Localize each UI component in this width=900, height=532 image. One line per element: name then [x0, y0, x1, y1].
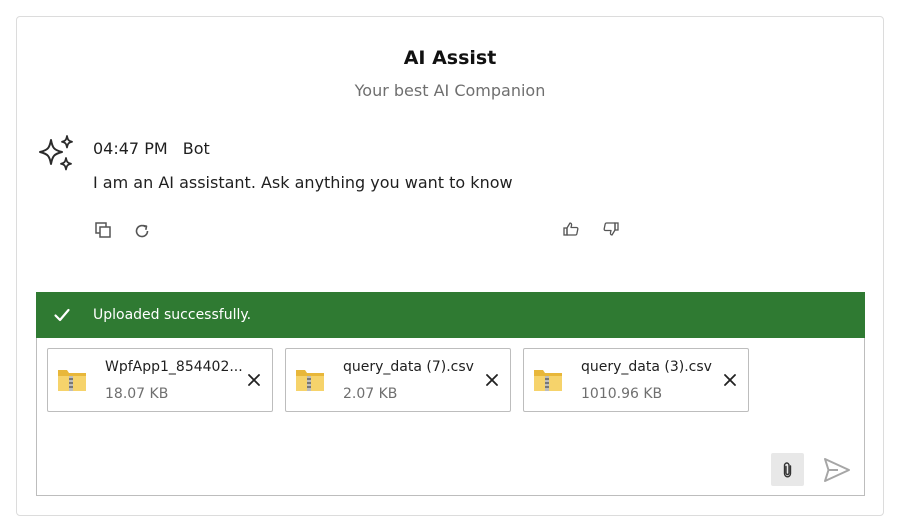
copy-button[interactable]	[92, 219, 114, 241]
upload-status-banner: Uploaded successfully.	[36, 292, 865, 338]
attachment-size: 2.07 KB	[343, 386, 398, 402]
upload-status-text: Uploaded successfully.	[93, 307, 252, 323]
message-time: 04:47 PM	[93, 139, 168, 158]
attachment-size: 18.07 KB	[105, 386, 169, 402]
app-subtitle: Your best AI Companion	[354, 81, 546, 100]
send-button[interactable]	[820, 453, 853, 486]
attachment-card: query_data (7).csv 2.07 KB	[285, 348, 511, 412]
close-icon[interactable]	[721, 371, 739, 389]
message-text: I am an AI assistant. Ask anything you w…	[93, 173, 513, 192]
attachment-card: query_data (3).csv 1010.96 KB	[523, 348, 749, 412]
message-sender: Bot	[182, 139, 210, 158]
paperclip-icon	[783, 461, 791, 478]
chat-panel: AI Assist Your best AI Companion 04:47 P…	[16, 16, 884, 516]
attachment-name: query_data (3).csv	[581, 359, 712, 375]
send-icon	[823, 457, 850, 482]
thumbs-down-icon	[603, 222, 619, 236]
zip-folder-icon	[534, 370, 562, 391]
thumbs-up-icon	[563, 222, 579, 236]
zip-folder-icon	[58, 370, 86, 391]
attachment-name: query_data (7).csv	[343, 359, 474, 375]
attach-button[interactable]	[771, 453, 804, 486]
thumbs-up-button[interactable]	[560, 218, 582, 240]
close-icon[interactable]	[483, 371, 501, 389]
attachment-size: 1010.96 KB	[581, 386, 663, 402]
copy-icon	[95, 222, 111, 238]
zip-folder-icon	[296, 370, 324, 391]
close-icon[interactable]	[245, 371, 263, 389]
attachment-card: WpfApp1_854402... 18.07 KB	[47, 348, 273, 412]
message-composer[interactable]: WpfApp1_854402... 18.07 KB query_data (7…	[36, 338, 865, 496]
sparkles-icon	[36, 134, 78, 176]
check-icon	[54, 308, 70, 322]
message-meta: 04:47 PM Bot	[93, 139, 210, 158]
regenerate-icon	[135, 224, 149, 238]
app-title: AI Assist	[403, 47, 497, 69]
thumbs-down-button[interactable]	[600, 218, 622, 240]
regenerate-button[interactable]	[131, 220, 153, 242]
attachment-name: WpfApp1_854402...	[105, 359, 243, 375]
